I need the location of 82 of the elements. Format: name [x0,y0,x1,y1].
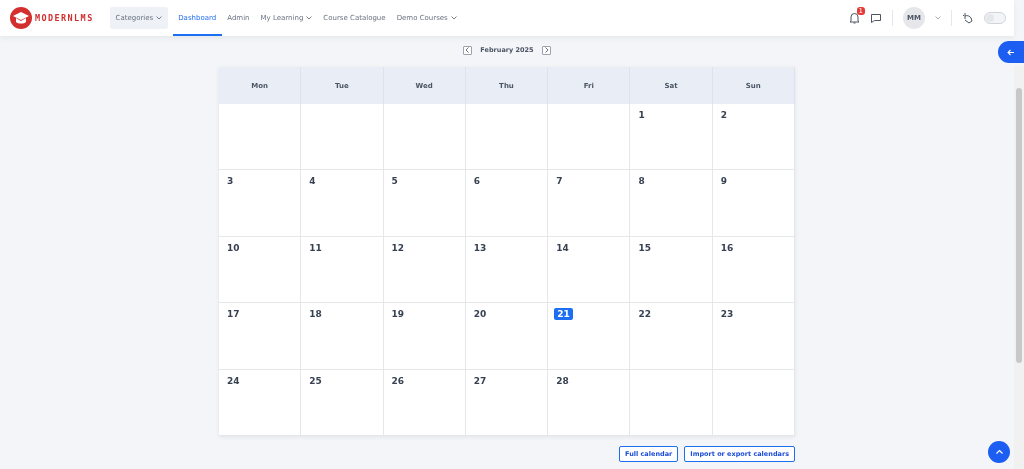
day-cell[interactable]: 6 [465,170,549,237]
day-number: 28 [555,374,570,387]
drawer-toggle-button[interactable] [998,41,1024,63]
day-number: 10 [226,241,241,254]
day-cell[interactable] [465,104,549,171]
day-cell[interactable]: 10 [219,236,302,304]
day-cell[interactable]: 16 [712,236,795,304]
day-cell[interactable]: 23 [712,303,795,370]
day-cell[interactable]: 28 [548,369,631,436]
day-cell[interactable]: 7 [548,170,631,237]
day-cell[interactable]: 24 [219,369,302,436]
day-number: 24 [226,374,241,387]
day-number: 18 [308,308,323,321]
chevron-down-icon [156,16,163,20]
chevron-down-icon[interactable] [935,16,941,20]
day-number: 1 [637,109,646,121]
day-cell[interactable] [548,104,631,171]
day-cell[interactable]: 20 [465,303,549,370]
day-number: 26 [390,374,406,387]
day-cell[interactable]: 2 [712,104,795,171]
day-cell[interactable]: 15 [630,236,713,304]
day-number: 17 [226,308,241,321]
day-number: 14 [555,241,570,254]
day-cell[interactable]: 3 [219,170,302,237]
day-number: 20 [472,308,488,321]
day-cell[interactable]: 26 [383,369,466,436]
day-number: 6 [472,175,482,188]
back-to-top-button[interactable] [988,441,1010,463]
chevron-left-icon [465,47,471,53]
hand-pointer-icon[interactable] [962,12,974,24]
day-cell[interactable]: 22 [630,303,713,370]
day-number: 12 [390,241,406,254]
day-number: 23 [719,308,735,321]
day-cell[interactable]: 25 [301,369,384,436]
day-number: 16 [719,241,735,254]
chat-icon[interactable] [870,12,882,24]
day-cell[interactable] [219,104,302,171]
day-number: 7 [555,175,564,188]
previous-month-button[interactable] [463,45,473,55]
day-number: 3 [226,175,235,188]
scrollbar[interactable] [1014,66,1024,469]
day-number: 22 [637,308,652,321]
day-number: 5 [390,175,399,188]
day-cell[interactable] [301,104,384,171]
day-cell[interactable]: 21 [548,303,631,370]
day-number: 27 [472,374,488,387]
day-cell[interactable]: 13 [465,236,549,304]
day-cell[interactable] [630,369,713,436]
next-month-button[interactable] [541,45,551,55]
day-cell[interactable]: 4 [301,170,384,237]
day-cell[interactable]: 17 [219,303,302,370]
day-cell[interactable]: 27 [465,369,549,436]
chevron-down-icon [306,16,313,20]
day-number: 4 [308,175,317,188]
day-cell[interactable] [383,104,466,171]
day-number: 13 [472,241,488,254]
day-number: 19 [390,308,406,321]
day-cell[interactable]: 18 [301,303,384,370]
day-number: 15 [637,241,652,254]
day-cell[interactable]: 8 [630,170,713,237]
day-number: 25 [308,374,323,387]
day-cell[interactable]: 1 [630,104,713,171]
day-number: 11 [308,241,323,254]
day-cell[interactable]: 19 [383,303,466,370]
day-cell[interactable]: 9 [712,170,795,237]
day-cell[interactable]: 5 [383,170,466,237]
day-cell[interactable]: 11 [301,236,384,304]
day-number: 8 [637,175,646,188]
bell-icon[interactable] [849,12,860,24]
day-cell[interactable]: 12 [383,236,466,304]
day-cell[interactable]: 14 [548,236,631,304]
day-cell[interactable] [712,369,795,436]
logo-text[interactable]: MODERNLMS [35,13,94,23]
chevron-down-icon [450,16,457,20]
chevron-right-icon [543,47,549,53]
chevron-up-icon [995,450,1003,454]
day-number: 2 [719,109,728,121]
day-number: 21 [554,308,573,321]
theme-toggle[interactable] [984,12,1006,24]
arrow-left-icon [1007,48,1015,56]
day-number: 9 [719,175,728,188]
graduation-cap-logo-icon[interactable] [10,7,32,29]
